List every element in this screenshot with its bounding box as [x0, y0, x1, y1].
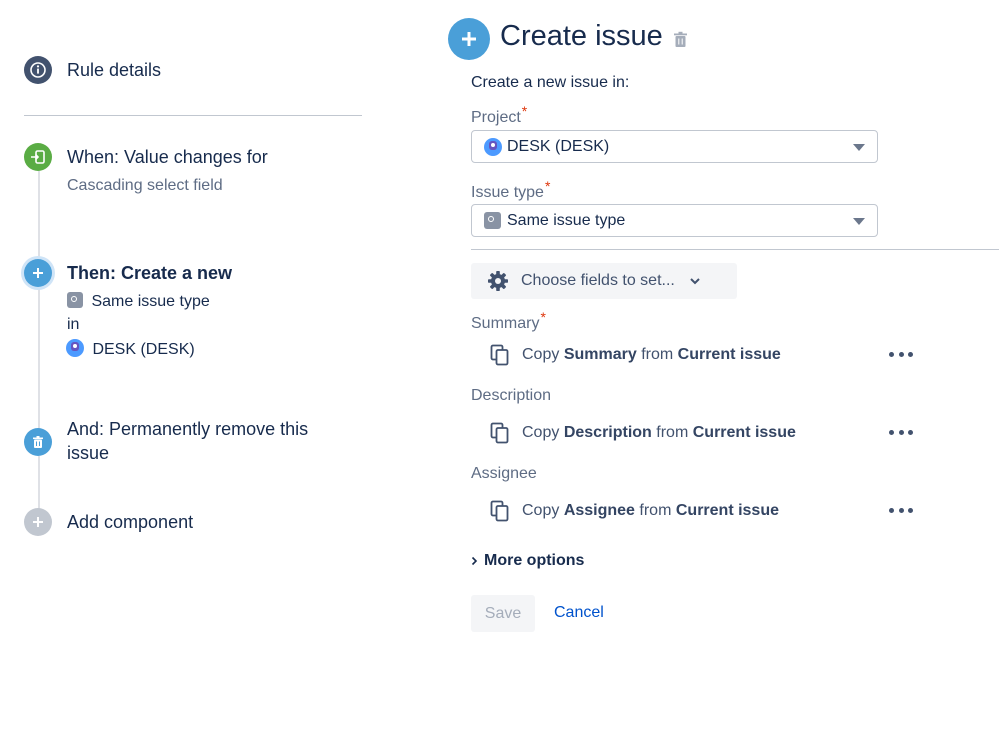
- project-avatar-icon: [66, 339, 84, 357]
- panel-title: Create issue: [500, 20, 663, 52]
- summary-label-text: Summary: [471, 315, 540, 332]
- copy-icon: [490, 422, 510, 444]
- issue-type-icon: [484, 212, 501, 229]
- add-component-label: Add component: [67, 512, 194, 532]
- create-action-title: Then: Create a new: [67, 263, 233, 283]
- sidebar-divider: [24, 115, 362, 116]
- chevron-right-icon: [471, 556, 478, 566]
- more-dots-icon[interactable]: [889, 350, 913, 358]
- trash-icon: [24, 428, 52, 456]
- required-marker: *: [521, 103, 528, 119]
- project-label: Project*: [471, 103, 527, 127]
- issue-type-select-value: Same issue type: [507, 211, 626, 229]
- copy-source: Current issue: [677, 346, 781, 363]
- timeline-connector: [38, 456, 40, 510]
- plus-icon: [24, 508, 52, 536]
- copy-text: Copy: [522, 502, 560, 519]
- description-label: Description: [471, 387, 552, 404]
- trigger-title: When: Value changes for: [67, 147, 268, 167]
- copy-icon: [490, 344, 510, 366]
- more-dots-icon[interactable]: [889, 428, 913, 436]
- issue-type-label: Issue type*: [471, 178, 550, 202]
- copy-source: Current issue: [692, 424, 796, 441]
- timeline-connector: [38, 287, 40, 429]
- project-select-value: DESK (DESK): [507, 137, 610, 155]
- delete-action-title-2: issue: [67, 443, 110, 463]
- plus-icon: [24, 259, 52, 287]
- create-action-in: in: [67, 316, 80, 333]
- panel-divider: [471, 249, 999, 250]
- from-text: from: [639, 502, 672, 519]
- copy-text: Copy: [522, 346, 560, 363]
- required-marker: *: [544, 178, 551, 194]
- project-text: DESK (DESK): [92, 341, 195, 358]
- issue-type-label-text: Issue type: [471, 184, 544, 201]
- issue-type-icon: [67, 292, 83, 308]
- choose-fields-button[interactable]: Choose fields to set...: [471, 263, 737, 299]
- rule-details-label: Rule details: [67, 60, 162, 80]
- issue-type-text: Same issue type: [91, 293, 210, 310]
- copy-source: Current issue: [675, 502, 779, 519]
- choose-fields-label: Choose fields to set...: [521, 272, 675, 289]
- project-label-text: Project: [471, 109, 521, 126]
- copy-text: Copy: [522, 424, 560, 441]
- delete-action-title-1: And: Permanently remove this: [67, 419, 309, 439]
- trigger-enter-icon: [24, 143, 52, 171]
- timeline-connector: [38, 170, 40, 262]
- assignee-label: Assignee: [471, 465, 537, 482]
- from-text: from: [641, 346, 674, 363]
- chevron-down-icon: [853, 218, 865, 225]
- required-marker: *: [540, 309, 546, 325]
- gear-icon: [487, 270, 509, 292]
- create-action-issue-type: Same issue type: [67, 292, 210, 311]
- assignee-copy-row[interactable]: Copy Assignee from Current issue: [490, 500, 779, 522]
- more-options-label: More options: [484, 552, 585, 569]
- project-select[interactable]: DESK (DESK): [471, 130, 878, 163]
- copy-field-name: Summary: [563, 346, 637, 363]
- issue-type-select[interactable]: Same issue type: [471, 204, 878, 237]
- project-avatar-icon: [484, 137, 502, 156]
- cancel-button[interactable]: Cancel: [554, 604, 604, 622]
- more-options-toggle[interactable]: More options: [471, 552, 584, 570]
- trash-icon[interactable]: [673, 31, 688, 53]
- copy-field-name: Description: [563, 424, 652, 441]
- summary-label: Summary*: [471, 309, 546, 333]
- trigger-subtitle: Cascading select field: [67, 177, 223, 194]
- chevron-down-icon: [689, 277, 701, 285]
- copy-field-name: Assignee: [563, 502, 635, 519]
- create-action-project: DESK (DESK): [66, 339, 195, 359]
- copy-icon: [490, 500, 510, 522]
- more-dots-icon[interactable]: [889, 506, 913, 514]
- from-text: from: [656, 424, 689, 441]
- description-copy-row[interactable]: Copy Description from Current issue: [490, 422, 796, 444]
- intro-text: Create a new issue in:: [471, 74, 630, 91]
- chevron-down-icon: [853, 144, 865, 151]
- info-icon: [24, 56, 52, 84]
- plus-icon: [448, 18, 490, 60]
- summary-copy-row[interactable]: Copy Summary from Current issue: [490, 344, 781, 366]
- save-button[interactable]: Save: [471, 595, 535, 632]
